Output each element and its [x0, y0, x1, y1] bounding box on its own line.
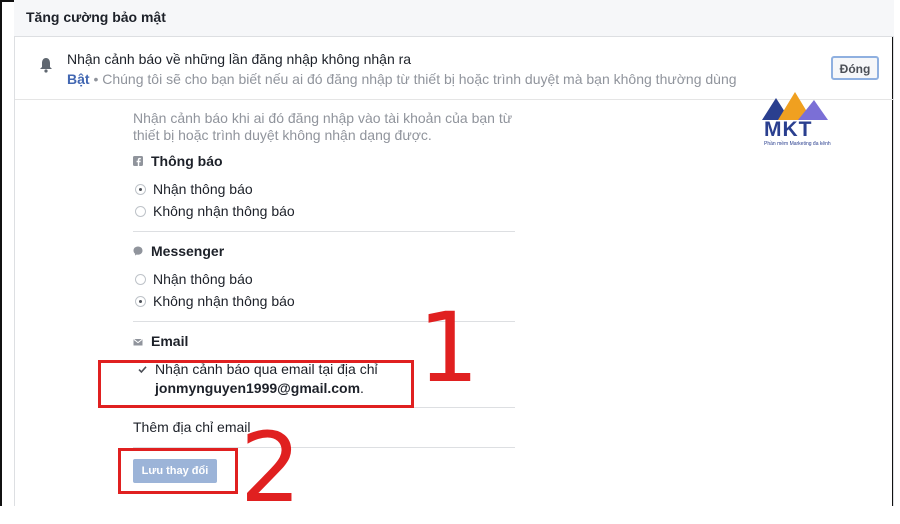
facebook-icon: [133, 156, 143, 166]
envelope-icon: [133, 338, 143, 346]
section-title: Tăng cường bảo mật: [26, 9, 166, 25]
radio-label: Nhận thông báo: [153, 271, 253, 287]
annotation-number-1: 1: [418, 292, 480, 404]
radio-unchecked[interactable]: [135, 274, 146, 285]
logo-tagline: Phần mềm Marketing đa kênh: [764, 141, 831, 147]
divider: [133, 231, 515, 232]
alert-title: Nhận cảnh báo về những lần đăng nhập khô…: [67, 51, 412, 67]
mkt-logo: MKT Phần mềm Marketing đa kênh: [754, 92, 834, 152]
alert-description: Nhận cảnh báo khi ai đó đăng nhập vào tà…: [133, 110, 513, 143]
annotation-box-1: [98, 360, 414, 408]
logo-mountains-icon: [762, 92, 828, 120]
separator-dot: •: [93, 71, 99, 87]
alert-summary-line: Bật • Chúng tôi sẽ cho bạn biết nếu ai đ…: [67, 71, 737, 87]
bell-icon: [40, 58, 52, 73]
email-title: Email: [151, 333, 189, 349]
status-on: Bật: [67, 71, 90, 87]
annotation-number-2: 2: [240, 412, 302, 524]
login-alert-row[interactable]: Nhận cảnh báo về những lần đăng nhập khô…: [15, 37, 893, 100]
alert-summary: Chúng tôi sẽ cho bạn biết nếu ai đó đăng…: [102, 71, 737, 87]
radio-label: Nhận thông báo: [153, 181, 253, 197]
radio-checked[interactable]: [135, 296, 146, 307]
section-header: Tăng cường bảo mật: [14, 0, 894, 37]
notifications-title: Thông báo: [151, 153, 223, 169]
radio-checked[interactable]: [135, 184, 146, 195]
logo-text: MKT: [764, 118, 813, 141]
radio-unchecked[interactable]: [135, 206, 146, 217]
messenger-icon: [133, 246, 143, 256]
messenger-title: Messenger: [151, 243, 225, 259]
radio-label: Không nhận thông báo: [153, 293, 295, 309]
close-button[interactable]: Đóng: [831, 56, 879, 80]
radio-label: Không nhận thông báo: [153, 203, 295, 219]
add-email-link[interactable]: Thêm địa chỉ email: [133, 419, 251, 435]
annotation-box-2: [118, 448, 238, 494]
